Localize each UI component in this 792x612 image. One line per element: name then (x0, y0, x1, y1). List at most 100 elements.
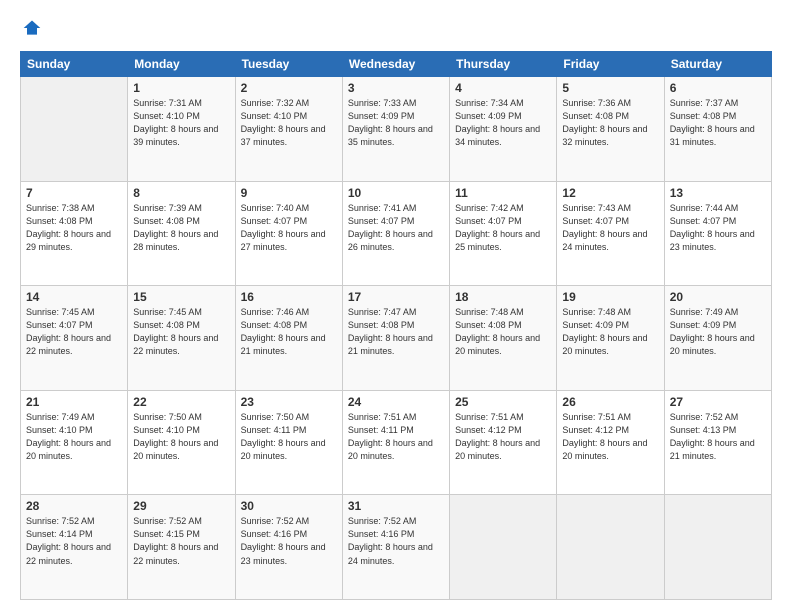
day-number: 25 (455, 395, 551, 409)
day-number: 27 (670, 395, 766, 409)
day-info: Sunrise: 7:32 AMSunset: 4:10 PMDaylight:… (241, 97, 337, 149)
day-info: Sunrise: 7:50 AMSunset: 4:11 PMDaylight:… (241, 411, 337, 463)
day-info: Sunrise: 7:52 AMSunset: 4:14 PMDaylight:… (26, 515, 122, 567)
day-info: Sunrise: 7:43 AMSunset: 4:07 PMDaylight:… (562, 202, 658, 254)
weekday-header-thursday: Thursday (450, 52, 557, 77)
weekday-header-saturday: Saturday (664, 52, 771, 77)
calendar-day: 26Sunrise: 7:51 AMSunset: 4:12 PMDayligh… (557, 390, 664, 495)
day-number: 14 (26, 290, 122, 304)
day-number: 22 (133, 395, 229, 409)
calendar-day: 5 Sunrise: 7:36 AMSunset: 4:08 PMDaylight… (557, 77, 664, 182)
calendar-day: 6Sunrise: 7:37 AMSunset: 4:08 PMDaylight… (664, 77, 771, 182)
calendar-day: 18 Sunrise: 7:48 AMSunset: 4:08 PMDayligh… (450, 286, 557, 391)
day-info: Sunrise: 7:39 AMSunset: 4:08 PMDaylight:… (133, 202, 229, 254)
calendar-day: 22 Sunrise: 7:50 AMSunset: 4:10 PMDayligh… (128, 390, 235, 495)
day-info: Sunrise: 7:52 AMSunset: 4:16 PMDaylight:… (241, 515, 337, 567)
logo-icon (22, 18, 42, 38)
day-info: Sunrise: 7:51 AMSunset: 4:12 PMDaylight:… (455, 411, 551, 463)
day-info: Sunrise: 7:50 AMSunset: 4:10 PMDaylight:… (133, 411, 229, 463)
calendar-week-2: 7 Sunrise: 7:38 AMSunset: 4:08 PMDaylight… (21, 181, 772, 286)
day-info: Sunrise: 7:45 AMSunset: 4:08 PMDaylight:… (133, 306, 229, 358)
calendar-day: 23 Sunrise: 7:50 AMSunset: 4:11 PMDayligh… (235, 390, 342, 495)
calendar-day (557, 495, 664, 600)
day-info: Sunrise: 7:49 AMSunset: 4:10 PMDaylight:… (26, 411, 122, 463)
day-info: Sunrise: 7:52 AMSunset: 4:13 PMDaylight:… (670, 411, 766, 463)
day-number: 7 (26, 186, 122, 200)
calendar-week-3: 14 Sunrise: 7:45 AMSunset: 4:07 PMDayligh… (21, 286, 772, 391)
calendar-day: 30 Sunrise: 7:52 AMSunset: 4:16 PMDayligh… (235, 495, 342, 600)
weekday-header-wednesday: Wednesday (342, 52, 449, 77)
day-number: 30 (241, 499, 337, 513)
day-number: 16 (241, 290, 337, 304)
calendar-day: 4 Sunrise: 7:34 AMSunset: 4:09 PMDaylight… (450, 77, 557, 182)
day-number: 8 (133, 186, 229, 200)
weekday-header-sunday: Sunday (21, 52, 128, 77)
day-info: Sunrise: 7:52 AMSunset: 4:15 PMDaylight:… (133, 515, 229, 567)
day-number: 18 (455, 290, 551, 304)
calendar-body: 1Sunrise: 7:31 AMSunset: 4:10 PMDaylight… (21, 77, 772, 600)
calendar-day: 15 Sunrise: 7:45 AMSunset: 4:08 PMDayligh… (128, 286, 235, 391)
calendar-day (664, 495, 771, 600)
day-info: Sunrise: 7:46 AMSunset: 4:08 PMDaylight:… (241, 306, 337, 358)
day-info: Sunrise: 7:52 AMSunset: 4:16 PMDaylight:… (348, 515, 444, 567)
day-info: Sunrise: 7:44 AMSunset: 4:07 PMDaylight:… (670, 202, 766, 254)
day-number: 4 (455, 81, 551, 95)
calendar-day: 31Sunrise: 7:52 AMSunset: 4:16 PMDayligh… (342, 495, 449, 600)
day-info: Sunrise: 7:48 AMSunset: 4:08 PMDaylight:… (455, 306, 551, 358)
day-number: 20 (670, 290, 766, 304)
day-number: 23 (241, 395, 337, 409)
day-number: 26 (562, 395, 658, 409)
calendar-week-5: 28 Sunrise: 7:52 AMSunset: 4:14 PMDayligh… (21, 495, 772, 600)
day-info: Sunrise: 7:36 AMSunset: 4:08 PMDaylight:… (562, 97, 658, 149)
day-number: 5 (562, 81, 658, 95)
day-number: 29 (133, 499, 229, 513)
day-info: Sunrise: 7:42 AMSunset: 4:07 PMDaylight:… (455, 202, 551, 254)
weekday-header-friday: Friday (557, 52, 664, 77)
day-number: 2 (241, 81, 337, 95)
calendar-day: 12 Sunrise: 7:43 AMSunset: 4:07 PMDayligh… (557, 181, 664, 286)
day-info: Sunrise: 7:49 AMSunset: 4:09 PMDaylight:… (670, 306, 766, 358)
day-info: Sunrise: 7:37 AMSunset: 4:08 PMDaylight:… (670, 97, 766, 149)
calendar-day: 25 Sunrise: 7:51 AMSunset: 4:12 PMDayligh… (450, 390, 557, 495)
calendar-day: 27 Sunrise: 7:52 AMSunset: 4:13 PMDayligh… (664, 390, 771, 495)
day-number: 24 (348, 395, 444, 409)
weekday-row: SundayMondayTuesdayWednesdayThursdayFrid… (21, 52, 772, 77)
calendar-day: 3Sunrise: 7:33 AMSunset: 4:09 PMDaylight… (342, 77, 449, 182)
calendar-day: 13 Sunrise: 7:44 AMSunset: 4:07 PMDayligh… (664, 181, 771, 286)
day-number: 10 (348, 186, 444, 200)
day-number: 28 (26, 499, 122, 513)
calendar-day: 7 Sunrise: 7:38 AMSunset: 4:08 PMDaylight… (21, 181, 128, 286)
calendar-week-4: 21Sunrise: 7:49 AMSunset: 4:10 PMDayligh… (21, 390, 772, 495)
calendar-day: 17Sunrise: 7:47 AMSunset: 4:08 PMDayligh… (342, 286, 449, 391)
calendar-day: 2 Sunrise: 7:32 AMSunset: 4:10 PMDaylight… (235, 77, 342, 182)
day-number: 15 (133, 290, 229, 304)
day-info: Sunrise: 7:40 AMSunset: 4:07 PMDaylight:… (241, 202, 337, 254)
day-number: 13 (670, 186, 766, 200)
day-number: 3 (348, 81, 444, 95)
day-info: Sunrise: 7:34 AMSunset: 4:09 PMDaylight:… (455, 97, 551, 149)
day-number: 12 (562, 186, 658, 200)
calendar-day (450, 495, 557, 600)
calendar-day: 19 Sunrise: 7:48 AMSunset: 4:09 PMDayligh… (557, 286, 664, 391)
logo (20, 18, 44, 43)
weekday-header-tuesday: Tuesday (235, 52, 342, 77)
calendar-table: SundayMondayTuesdayWednesdayThursdayFrid… (20, 51, 772, 600)
day-info: Sunrise: 7:51 AMSunset: 4:11 PMDaylight:… (348, 411, 444, 463)
day-number: 11 (455, 186, 551, 200)
page: SundayMondayTuesdayWednesdayThursdayFrid… (0, 0, 792, 612)
calendar-day: 10Sunrise: 7:41 AMSunset: 4:07 PMDayligh… (342, 181, 449, 286)
calendar-day: 1Sunrise: 7:31 AMSunset: 4:10 PMDaylight… (128, 77, 235, 182)
day-number: 17 (348, 290, 444, 304)
weekday-header-monday: Monday (128, 52, 235, 77)
header (20, 18, 772, 43)
day-number: 19 (562, 290, 658, 304)
day-number: 9 (241, 186, 337, 200)
calendar-day: 28 Sunrise: 7:52 AMSunset: 4:14 PMDayligh… (21, 495, 128, 600)
calendar-day: 14 Sunrise: 7:45 AMSunset: 4:07 PMDayligh… (21, 286, 128, 391)
calendar-day (21, 77, 128, 182)
day-info: Sunrise: 7:45 AMSunset: 4:07 PMDaylight:… (26, 306, 122, 358)
day-info: Sunrise: 7:38 AMSunset: 4:08 PMDaylight:… (26, 202, 122, 254)
day-info: Sunrise: 7:31 AMSunset: 4:10 PMDaylight:… (133, 97, 229, 149)
day-info: Sunrise: 7:48 AMSunset: 4:09 PMDaylight:… (562, 306, 658, 358)
calendar-day: 9 Sunrise: 7:40 AMSunset: 4:07 PMDaylight… (235, 181, 342, 286)
